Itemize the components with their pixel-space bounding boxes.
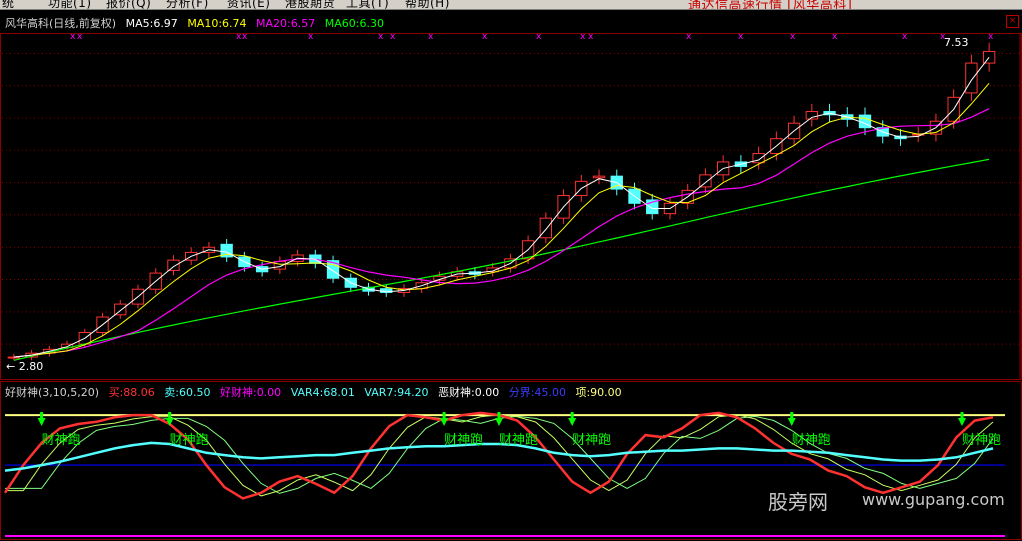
candle-up: [965, 62, 978, 94]
event-marker: x: [428, 32, 434, 42]
signal-label: 财神跑: [170, 433, 209, 448]
event-marker: x: [70, 32, 76, 42]
ma10-line: [13, 82, 990, 358]
high-price-marker: 7.53: [944, 36, 969, 49]
event-marker: x: [686, 32, 692, 42]
signal-label: 财神跑: [444, 433, 483, 448]
candle-up: [699, 174, 712, 188]
event-marker: x: [482, 32, 488, 42]
watermark-cn: 股旁网: [768, 490, 828, 514]
candle-up: [982, 50, 996, 64]
candle-up: [592, 175, 606, 179]
chart-canvas[interactable]: x x x x x x x x x x x x x x x x x x x7.53← 2.80财神跑 财神跑 财神跑 财神…: [0, 0, 1022, 541]
event-marker: x: [580, 32, 586, 42]
event-marker: x: [536, 32, 542, 42]
event-marker: x: [378, 32, 384, 42]
event-marker: x: [988, 32, 994, 42]
event-marker: x: [77, 32, 83, 42]
ma20-line: [13, 108, 990, 358]
event-marker: x: [308, 32, 314, 42]
ma60-line: [13, 158, 990, 361]
candle-up: [273, 260, 287, 270]
signal-label: 财神跑: [499, 433, 538, 448]
event-marker: x: [390, 32, 396, 42]
signal-label: 财神跑: [572, 433, 611, 448]
event-marker: x: [588, 32, 594, 42]
signal-label: 财神跑: [962, 433, 1001, 448]
event-marker: x: [790, 32, 796, 42]
event-marker: x: [902, 32, 908, 42]
signal-label: 财神跑: [42, 433, 81, 448]
watermark-url: www.gupang.com: [862, 490, 1005, 509]
event-marker: x: [832, 32, 838, 42]
candle-up: [539, 217, 553, 239]
signal-label: 财神跑: [792, 433, 831, 448]
event-marker: x: [242, 32, 248, 42]
candle-up: [167, 259, 180, 271]
event-marker: x: [738, 32, 744, 42]
osc-panel-frame: [0, 381, 1022, 540]
low-price-marker: ← 2.80: [6, 360, 43, 373]
